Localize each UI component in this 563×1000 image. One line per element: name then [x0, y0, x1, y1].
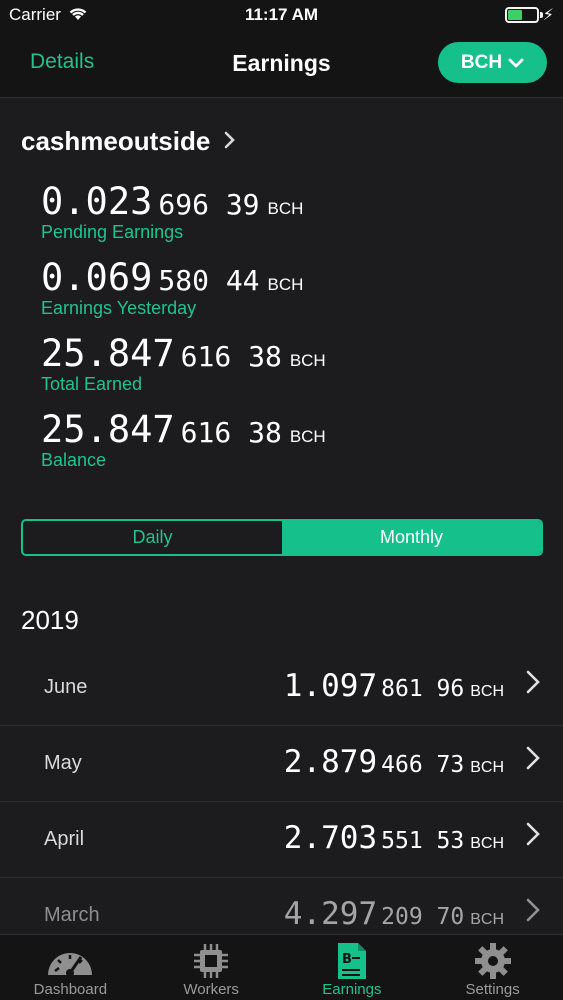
amount-minor: 861 96	[381, 676, 465, 702]
gear-icon	[473, 941, 513, 985]
amount-minor: 580 44	[158, 264, 260, 297]
amount-minor: 466 73	[381, 752, 465, 778]
month-row[interactable]: April 2.703 551 53 BCH	[0, 802, 563, 878]
tab-label: Earnings	[322, 981, 382, 998]
stat-label: Balance	[41, 450, 107, 470]
amount-major: 1.097	[283, 668, 378, 704]
amount-major: 25.847	[41, 408, 175, 451]
amount-unit: BCH	[289, 351, 326, 370]
tab-label: Workers	[183, 981, 239, 998]
amount-unit: BCH	[470, 911, 504, 928]
charging-icon: ⚡	[542, 7, 554, 24]
tab-workers[interactable]: Workers	[141, 935, 282, 1000]
account-name: cashmeoutside	[21, 126, 211, 156]
earnings-yesterday: 0.069 580 44 BCH Earnings Yesterday	[41, 256, 303, 319]
month-name: March	[44, 904, 100, 926]
segment-daily[interactable]: Daily	[23, 521, 282, 554]
tab-label: Settings	[465, 981, 520, 998]
amount-minor: 696 39	[158, 188, 260, 221]
tab-label: Dashboard	[33, 981, 108, 998]
amount-minor: 616 38	[180, 416, 282, 449]
month-row[interactable]: June 1.097 861 96 BCH	[0, 650, 563, 726]
chevron-right-icon	[526, 822, 540, 853]
svg-text:B: B	[342, 952, 352, 967]
segment-monthly[interactable]: Monthly	[282, 521, 541, 554]
navigation-bar: Details Earnings BCH	[0, 30, 563, 98]
stat-label: Earnings Yesterday	[41, 298, 197, 318]
amount-major: 2.703	[283, 820, 378, 856]
amount-major: 2.879	[283, 744, 378, 780]
balance: 25.847 616 38 BCH Balance	[41, 408, 326, 471]
currency-label: BCH	[460, 51, 503, 73]
stat-label: Pending Earnings	[41, 222, 184, 242]
amount-unit: BCH	[267, 275, 304, 294]
amount-minor: 209 70	[381, 904, 465, 930]
pending-earnings: 0.023 696 39 BCH Pending Earnings	[41, 180, 303, 243]
amount-major: 25.847	[41, 332, 175, 375]
month-name: May	[44, 752, 82, 774]
currency-dropdown[interactable]: BCH	[438, 42, 547, 83]
amount-minor: 551 53	[381, 828, 465, 854]
month-name: June	[44, 676, 88, 698]
month-row[interactable]: May 2.879 466 73 BCH	[0, 726, 563, 802]
tab-settings[interactable]: Settings	[422, 935, 563, 1000]
amount-unit: BCH	[470, 835, 504, 852]
tab-bar: Dashboard Workers B Earnings Settings	[0, 934, 563, 1000]
gauge-icon	[45, 941, 95, 981]
chevron-right-icon	[526, 898, 540, 929]
amount-major: 4.297	[283, 896, 378, 932]
month-name: April	[44, 828, 85, 850]
amount-unit: BCH	[470, 759, 504, 776]
bch-document-icon: B	[335, 941, 369, 985]
chip-icon	[191, 941, 231, 985]
amount-unit: BCH	[267, 199, 304, 218]
battery-icon	[505, 7, 543, 23]
stat-label: Total Earned	[41, 374, 143, 394]
amount-major: 0.023	[41, 180, 153, 223]
tab-dashboard[interactable]: Dashboard	[0, 935, 141, 1000]
chevron-down-icon	[508, 58, 524, 67]
account-link[interactable]: cashmeoutside	[21, 126, 236, 157]
amount-unit: BCH	[470, 683, 504, 700]
amount-unit: BCH	[289, 427, 326, 446]
amount-minor: 616 38	[180, 340, 282, 373]
year-heading: 2019	[21, 605, 79, 635]
amount-major: 0.069	[41, 256, 153, 299]
status-bar: Carrier 11:17 AM ⚡	[0, 0, 563, 30]
total-earned: 25.847 616 38 BCH Total Earned	[41, 332, 326, 395]
tab-earnings[interactable]: B Earnings	[282, 935, 423, 1000]
clock: 11:17 AM	[244, 5, 319, 24]
period-segmented-control: Daily Monthly	[21, 519, 543, 556]
chevron-right-icon	[224, 129, 236, 155]
chevron-right-icon	[526, 670, 540, 701]
chevron-right-icon	[526, 746, 540, 777]
